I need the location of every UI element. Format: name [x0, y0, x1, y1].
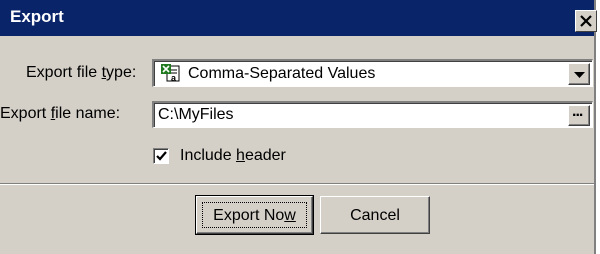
file-name-input[interactable]: C:\MyFiles	[158, 106, 234, 124]
file-type-label: Export file type:	[26, 64, 137, 81]
export-dialog: Export Export file type: a Comma-Separat…	[0, 0, 597, 254]
cancel-button[interactable]: Cancel	[320, 196, 430, 234]
browse-button[interactable]: ...	[568, 103, 590, 126]
file-type-dropdown-button[interactable]	[568, 63, 590, 85]
close-icon	[580, 15, 592, 27]
dialog-title: Export	[10, 7, 64, 26]
export-now-button[interactable]: Export Now	[195, 195, 314, 235]
checkmark-icon	[156, 151, 167, 161]
separator	[0, 183, 594, 185]
file-type-select[interactable]: a Comma-Separated Values	[152, 59, 593, 87]
ellipsis-icon: ...	[572, 103, 583, 120]
close-button[interactable]	[575, 10, 597, 32]
file-type-value: Comma-Separated Values	[188, 65, 376, 82]
include-header-label[interactable]: Include header	[180, 147, 286, 165]
excel-file-icon: a	[161, 64, 180, 83]
file-name-field[interactable]: C:\MyFiles ...	[152, 101, 593, 128]
include-header-checkbox[interactable]	[153, 148, 169, 164]
export-now-label: Export Now	[213, 207, 296, 224]
cancel-label: Cancel	[350, 207, 400, 224]
file-name-label: Export file name:	[0, 105, 121, 122]
title-bar[interactable]: Export	[0, 0, 594, 36]
chevron-down-icon	[574, 72, 585, 78]
